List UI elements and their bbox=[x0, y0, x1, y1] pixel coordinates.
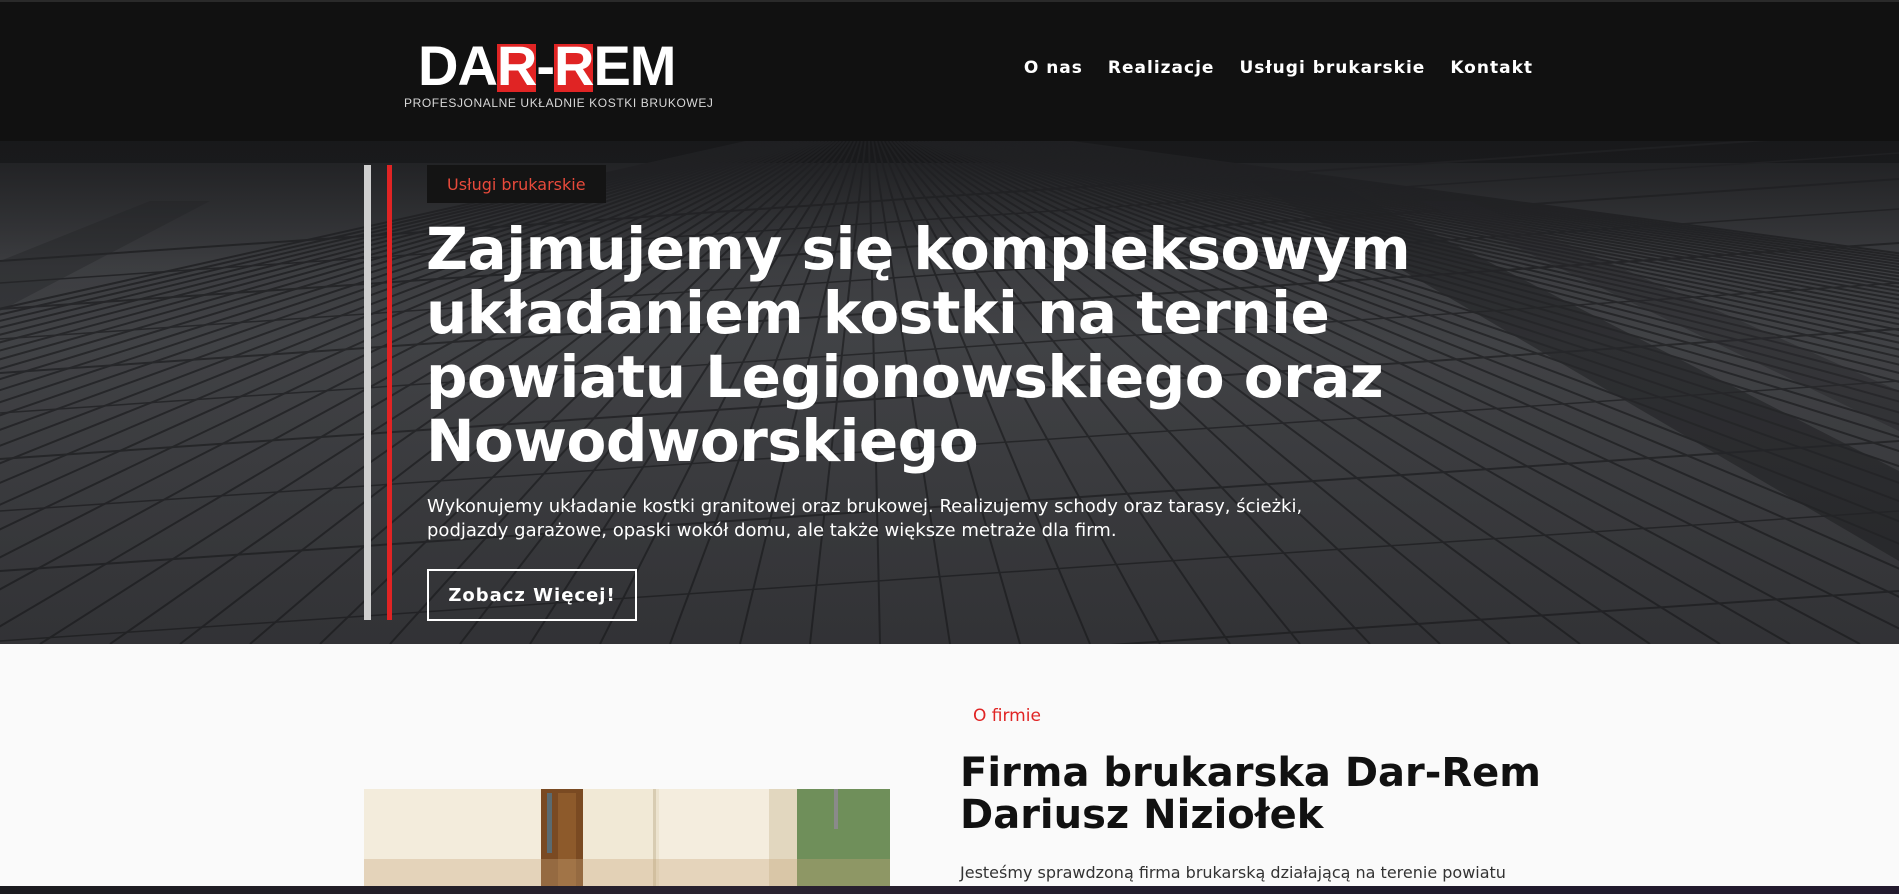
about-image-photo bbox=[364, 789, 890, 894]
nav-link-uslugi[interactable]: Usługi brukarskie bbox=[1239, 58, 1425, 78]
nav-link-kontakt[interactable]: Kontakt bbox=[1450, 58, 1533, 78]
hero-description: Wykonujemy układanie kostki granitowej o… bbox=[427, 496, 1303, 541]
about-eyebrow: O firmie bbox=[973, 706, 1041, 726]
logo-letter-r-boxed: R bbox=[496, 34, 537, 97]
nav-link-realizacje[interactable]: Realizacje bbox=[1108, 58, 1215, 78]
logo-text-da: DA bbox=[418, 34, 498, 97]
about-title: Firma brukarska Dar-Rem Dariusz Niziołek bbox=[960, 750, 1541, 838]
bottom-strip bbox=[0, 886, 1899, 894]
main-nav: O nas Realizacje Usługi brukarskie Konta… bbox=[1024, 58, 1533, 78]
logo-letter-r-boxed-2: R bbox=[554, 34, 594, 97]
logo-wordmark: DA R - R EM bbox=[418, 34, 676, 97]
see-more-button[interactable]: Zobacz Więcej! bbox=[427, 569, 637, 621]
logo-dash: - bbox=[536, 34, 555, 97]
hero-badge: Usługi brukarskie bbox=[427, 165, 606, 203]
hero-title: Zajmujemy się kompleksowym układaniem ko… bbox=[426, 215, 1411, 475]
about-text: Jesteśmy sprawdzoną firma brukarską dzia… bbox=[960, 863, 1506, 882]
nav-link-o-nas[interactable]: O nas bbox=[1024, 58, 1083, 78]
site-logo[interactable]: DA R - R EM PROFESJONALNE UKŁADNIE KOSTK… bbox=[404, 34, 716, 112]
about-image bbox=[364, 789, 890, 894]
hero-section: Usługi brukarskie Zajmujemy się kompleks… bbox=[0, 141, 1899, 644]
hero-accent-bar-red bbox=[387, 165, 392, 620]
header-top-line bbox=[0, 0, 1899, 2]
logo-tagline: PROFESJONALNE UKŁADNIE KOSTKI BRUKOWEJ bbox=[404, 96, 714, 110]
logo-text-em: EM bbox=[593, 34, 676, 97]
site-header: DA R - R EM PROFESJONALNE UKŁADNIE KOSTK… bbox=[0, 0, 1899, 141]
hero-accent-bar-grey bbox=[364, 165, 371, 620]
